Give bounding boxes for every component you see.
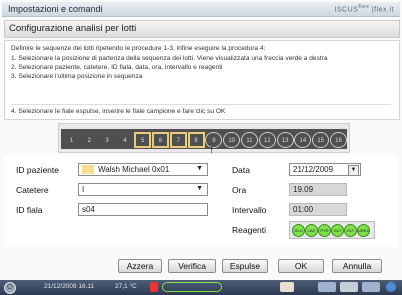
instruction-intro: Definire le sequenze dei lotti ripetendo…: [11, 45, 266, 52]
vial-slot[interactable]: [241, 132, 258, 148]
instruction-step-3: 3. Selezionare l'ultima posizione in seq…: [11, 73, 143, 80]
reagent-glu[interactable]: GLU: [292, 224, 305, 237]
status-datetime: 21/12/2009 16.11: [44, 283, 95, 290]
batch-form: ID paziente Walsh Michael 0x01 ▼ Cateter…: [4, 155, 398, 247]
vial-slot[interactable]: [258, 132, 276, 148]
chevron-down-icon: ▼: [196, 165, 203, 172]
vial-position-number: 3: [105, 138, 109, 144]
instructions-panel: Definire le sequenze dei lotti ripetendo…: [4, 40, 400, 120]
reagent-lac[interactable]: LAC: [305, 224, 318, 237]
instruction-step-2: 2. Selezionare paziente, catetere, ID fi…: [11, 64, 223, 71]
vial-sequence-bar: 1 2 3 4 5 6 7 8 9 10 11 12 13 14 15 16 ↑: [58, 123, 350, 156]
calendar-dropdown-icon[interactable]: ▼: [348, 165, 359, 175]
time-field[interactable]: 19.09: [289, 183, 347, 196]
wrench-icon[interactable]: [318, 282, 336, 292]
reagent-glt[interactable]: GLT: [344, 224, 357, 237]
vial-slot[interactable]: [134, 132, 152, 148]
patient-label: ID paziente: [16, 165, 59, 175]
vial-label: ID fiala: [16, 205, 43, 215]
vial-position-number: 2: [87, 138, 91, 144]
date-value: 21/12/2009: [293, 165, 334, 174]
catheter-select[interactable]: I ▼: [78, 183, 208, 196]
vial-slot[interactable]: [169, 132, 187, 148]
vial-position-number: 4: [123, 138, 127, 144]
interval-label: Intervallo: [232, 205, 267, 215]
reagent-pyr[interactable]: PYR: [318, 224, 331, 237]
alert-icon[interactable]: [150, 282, 158, 292]
reset-button[interactable]: Azzera: [118, 259, 162, 273]
window-title: Impostazioni e comandi: [8, 4, 103, 14]
vial-slot[interactable]: [276, 132, 294, 148]
help-icon[interactable]: [386, 282, 396, 292]
time-label: Ora: [232, 185, 247, 195]
vial-slot[interactable]: [187, 132, 205, 148]
catheter-value: I: [82, 185, 85, 194]
status-temperature: 27,1 °C: [115, 283, 137, 290]
vial-value: s04: [82, 205, 95, 214]
eject-button[interactable]: Espulse: [222, 259, 268, 273]
page-title: Configurazione analisi per lotti: [9, 23, 137, 34]
time-value: 19.09: [293, 185, 314, 194]
page-header: Configurazione analisi per lotti: [4, 20, 400, 38]
verify-button[interactable]: Verifica: [168, 259, 216, 273]
vial-slot[interactable]: [152, 132, 169, 148]
brand-logo: ISCUSflex |flex.it: [334, 4, 394, 14]
ok-button[interactable]: OK: [278, 259, 324, 273]
gear-icon[interactable]: [340, 282, 358, 292]
analyzer-status-icon[interactable]: [162, 282, 222, 292]
status-bar: ⏻ 21/12/2009 16.11 27,1 °C: [0, 280, 402, 295]
main-window: Impostazioni e comandi ISCUSflex |flex.i…: [0, 0, 402, 295]
vial-input[interactable]: s04: [78, 203, 208, 216]
interval-field[interactable]: 01:00: [289, 203, 347, 216]
patient-select[interactable]: Walsh Michael 0x01 ▼: [78, 163, 208, 176]
power-icon[interactable]: ⏻: [4, 282, 16, 294]
title-bar: Impostazioni e comandi ISCUSflex |flex.i…: [2, 2, 400, 17]
reagent-gly[interactable]: GLY: [331, 224, 344, 237]
interval-value: 01:00: [293, 205, 314, 214]
chevron-down-icon: ▼: [196, 185, 203, 192]
reagent-urea[interactable]: UREA: [357, 224, 370, 237]
cancel-button[interactable]: Annulla: [332, 259, 382, 273]
patient-value: Walsh Michael 0x01: [98, 165, 170, 174]
date-label: Data: [232, 165, 250, 175]
date-field[interactable]: 21/12/2009 ▼: [289, 163, 361, 176]
instruction-step-4: 4. Selezionare le fiale espulse, inserir…: [11, 104, 391, 115]
instruction-step-1: 1. Selezionare la posizione di partenza …: [11, 55, 328, 62]
reagents-panel: GLU LAC PYR GLY GLT UREA: [289, 221, 375, 239]
reagents-label: Reagenti: [232, 225, 267, 235]
catheter-label: Catetere: [16, 185, 49, 195]
patient-color-swatch: [82, 165, 94, 175]
monitor-icon[interactable]: [362, 282, 380, 292]
vial-position-number: 1: [69, 138, 74, 144]
vial-slot[interactable]: [330, 132, 347, 148]
printer-icon[interactable]: [280, 282, 294, 292]
